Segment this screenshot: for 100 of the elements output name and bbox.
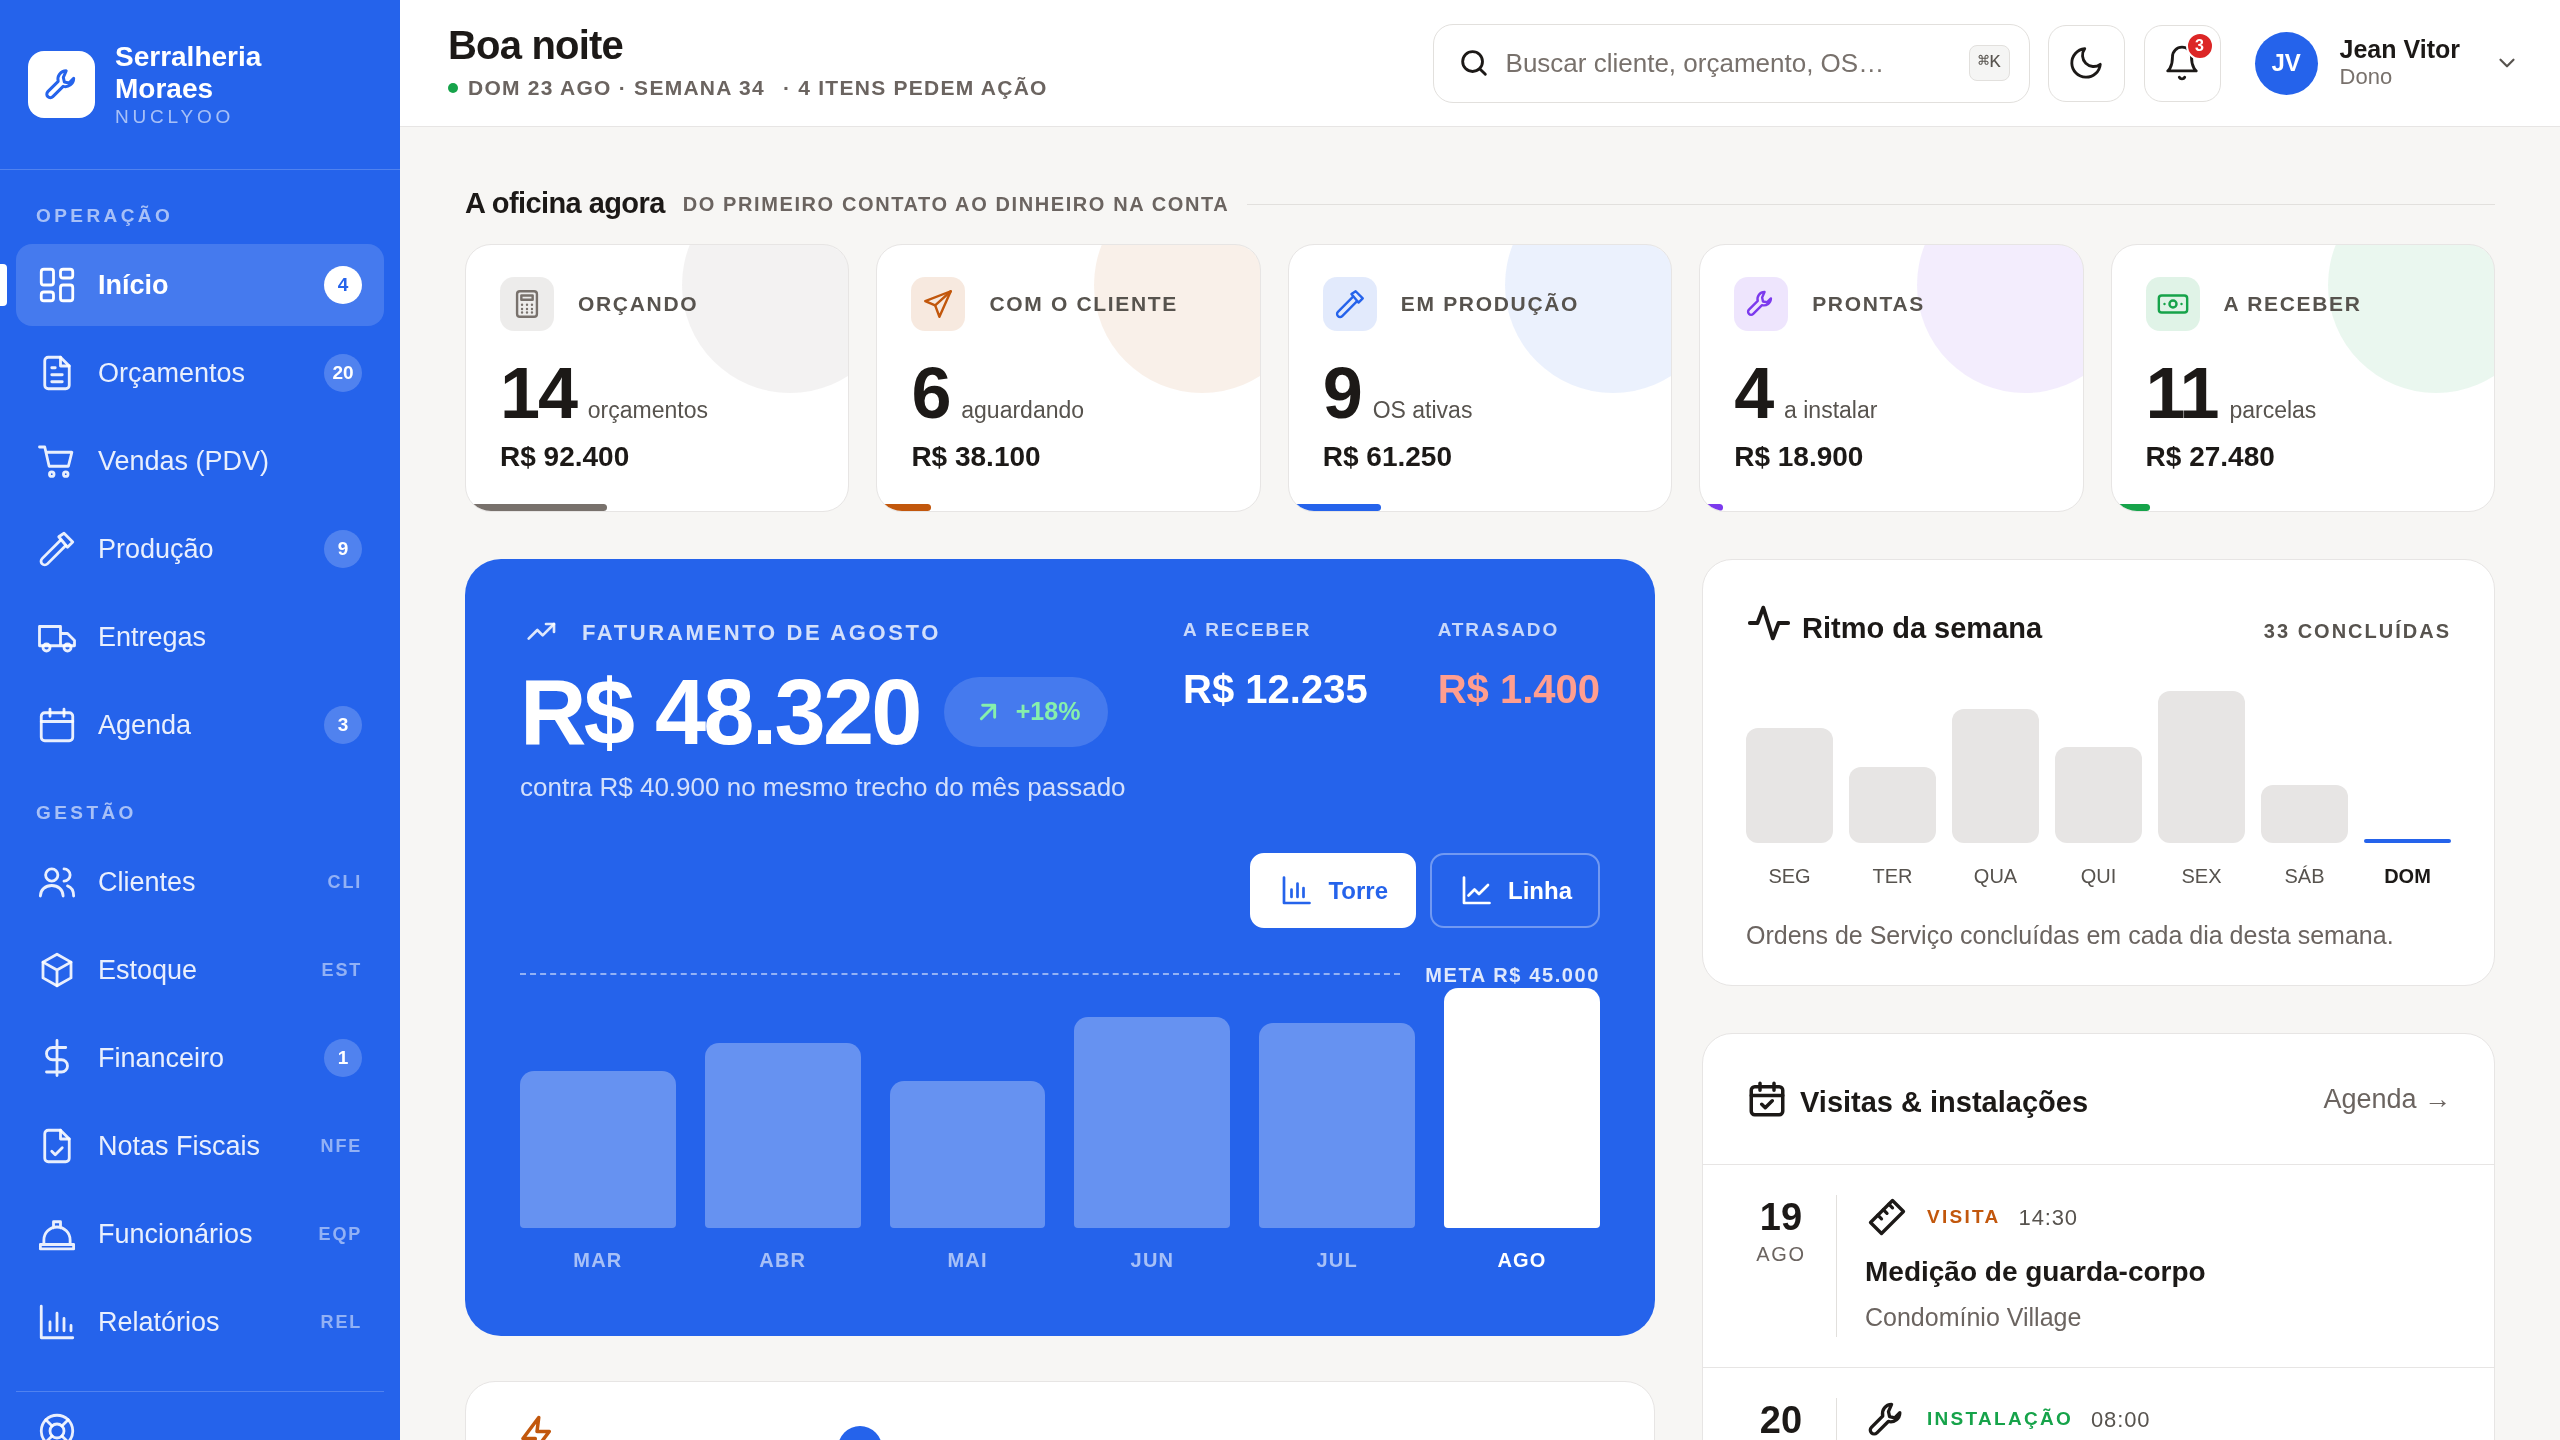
- calculator-icon: [500, 277, 554, 331]
- comparison-text: contra R$ 40.900 no mesmo trecho do mês passado: [520, 771, 1126, 804]
- day-label: QUI: [2079, 864, 2118, 889]
- day-label: SEG: [1767, 864, 1812, 889]
- growth-badge: +18%: [943, 677, 1109, 747]
- card-label: ORÇANDO: [578, 291, 699, 318]
- wrench-logo: [28, 51, 95, 118]
- card-label: EM PRODUÇÃO: [1400, 291, 1580, 318]
- amount-value: R$ 27.480: [2145, 440, 2276, 474]
- event-time: 08:00: [2090, 1406, 2151, 1434]
- stat-value: R$ 12.235: [1183, 665, 1368, 713]
- count-value: 6: [911, 357, 950, 429]
- completed-count: 33 CONCLUÍDAS: [2263, 619, 2451, 644]
- sidebar-item[interactable]: Orçamentos 20: [16, 332, 384, 414]
- notifications-button[interactable]: 3: [2143, 24, 2221, 102]
- event-type: INSTALAÇÃO: [1927, 1407, 2073, 1432]
- theme-button[interactable]: [2047, 24, 2125, 102]
- active-indicator: [0, 264, 7, 306]
- brand-name: Serralheria Moraes: [115, 40, 263, 105]
- month-label: MAI: [946, 1248, 989, 1272]
- day-label: DOM: [2383, 864, 2432, 889]
- sidebar-item[interactable]: Vendas (PDV): [16, 420, 384, 502]
- count-badge: 9: [324, 530, 362, 568]
- goal-label: META R$ 45.000: [1425, 963, 1600, 988]
- count-unit: aguardando: [961, 396, 1085, 425]
- card-label: PRONTAS: [1812, 291, 1926, 318]
- shortcut-label: EST: [321, 958, 362, 982]
- sidebar-item[interactable]: Relatórios REL: [16, 1281, 384, 1363]
- caption-text: Ordens de Serviço concluídas em cada dia desta semana.: [1746, 920, 2395, 951]
- avatar: JV: [2254, 31, 2318, 95]
- month-label: JUL: [1315, 1248, 1359, 1272]
- sidebar-item[interactable]: Agenda 3: [16, 684, 384, 766]
- section-label: OPERAÇÃO: [35, 206, 175, 226]
- agenda-link[interactable]: Agenda →: [2323, 1078, 2451, 1120]
- event-month: AGO: [1756, 1242, 1806, 1267]
- sidebar-item[interactable]: Estoque EST: [16, 929, 384, 1011]
- sidebar-item[interactable]: Financeiro 1: [16, 1017, 384, 1099]
- revenue-total: R$ 48.320: [520, 662, 920, 762]
- count-unit: parcelas: [2229, 396, 2317, 425]
- card-label: COM O CLIENTE: [989, 291, 1179, 318]
- event-place: Condomínio Village: [1865, 1302, 2083, 1333]
- stat-label: ATRASADO: [1437, 618, 1561, 642]
- notification-badge: 3: [2185, 31, 2214, 60]
- count-badge: 3: [324, 706, 362, 744]
- day-label: TER: [1871, 864, 1914, 889]
- amount-value: R$ 92.400: [500, 440, 631, 474]
- sidebar-item[interactable]: Funcionários EQP: [16, 1193, 384, 1275]
- sidebar-item[interactable]: Notas Fiscais NFE: [16, 1105, 384, 1187]
- card-label: A RECEBER: [2223, 291, 2362, 318]
- month-label: JUN: [1129, 1248, 1176, 1272]
- event-type: VISITA: [1927, 1204, 2001, 1229]
- panel-title: FATURAMENTO DE AGOSTO: [582, 618, 941, 647]
- amount-value: R$ 61.250: [1322, 440, 1453, 474]
- count-badge: 1: [324, 1039, 362, 1077]
- month-label: MAR: [572, 1248, 624, 1272]
- month-label: AGO: [1496, 1248, 1548, 1272]
- count-unit: OS ativas: [1372, 396, 1473, 425]
- alert-text: · 4 ITENS PEDEM AÇÃO: [782, 75, 1048, 102]
- event-day: 19: [1759, 1195, 1803, 1239]
- view-toggle[interactable]: Torre: [1250, 853, 1416, 928]
- section-title: A oficina agora: [465, 186, 665, 222]
- sidebar-item[interactable]: Clientes CLI: [16, 841, 384, 923]
- count-value: 9: [1322, 357, 1361, 429]
- day-label: SÁB: [2283, 864, 2326, 889]
- view-toggle[interactable]: Linha: [1430, 853, 1600, 928]
- sidebar-item[interactable]: Início 4: [16, 244, 384, 326]
- wrench-icon: [1734, 277, 1789, 331]
- brand-tagline: NUCLYOO: [115, 104, 236, 129]
- section-label: GESTÃO: [35, 803, 138, 823]
- day-label: SEX: [2180, 864, 2223, 889]
- banknote-icon: [2145, 277, 2200, 331]
- event-time: 14:30: [2018, 1203, 2078, 1232]
- amount-value: R$ 18.900: [1734, 440, 1865, 474]
- panel-title: Visitas & instalações: [1800, 1085, 2088, 1120]
- panel-title: Ritmo da semana: [1802, 611, 2043, 646]
- event-day: 20: [1759, 1397, 1803, 1440]
- count-badge: 20: [324, 354, 362, 392]
- stat-value: R$ 1.400: [1437, 665, 1600, 713]
- day-label: QUA: [1972, 864, 2019, 889]
- stat-label: A RECEBER: [1183, 618, 1313, 642]
- event-title: Medição de guarda-corpo: [1865, 1255, 2206, 1289]
- paper-plane-icon: [911, 277, 966, 331]
- sidebar-item[interactable]: Produção 9: [16, 508, 384, 590]
- section-subtitle: DO PRIMEIRO CONTATO AO DINHEIRO NA CONTA: [682, 192, 1230, 217]
- shortcut-label: NFE: [320, 1134, 362, 1158]
- user-name: Jean Vitor: [2339, 35, 2460, 63]
- sidebar-item[interactable]: Entregas: [16, 596, 384, 678]
- shortcut-label: EQP: [318, 1222, 362, 1246]
- count-badge: 4: [324, 266, 362, 304]
- shortcut-label: CLI: [327, 870, 362, 894]
- user-role: Dono: [2339, 63, 2394, 91]
- count-value: 14: [500, 357, 576, 429]
- amount-value: R$ 38.100: [911, 440, 1042, 474]
- shortcut-label: REL: [320, 1310, 362, 1334]
- greeting-title: Boa noite: [448, 22, 625, 69]
- count-value: 4: [1734, 357, 1773, 429]
- date-text: DOM 23 AGO · SEMANA 34: [468, 75, 765, 102]
- count-unit: orçamentos: [587, 396, 708, 425]
- count-unit: a instalar: [1784, 396, 1878, 425]
- count-value: 11: [2145, 357, 2218, 429]
